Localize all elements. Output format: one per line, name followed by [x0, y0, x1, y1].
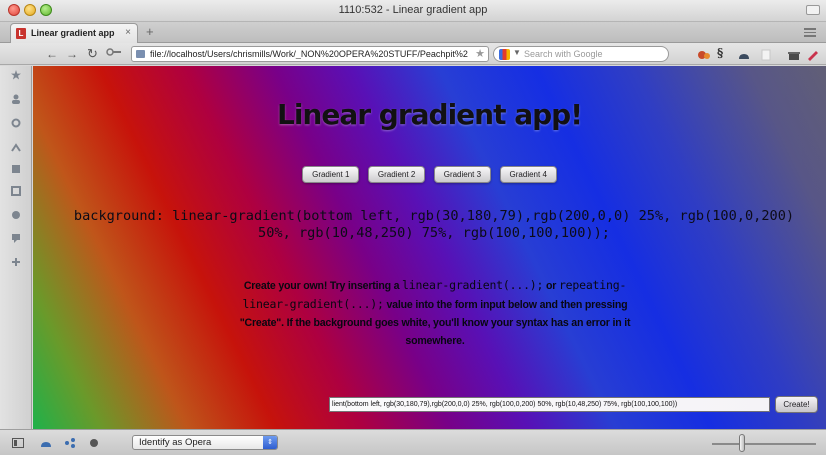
back-button[interactable]: ← [46, 46, 58, 62]
page-content: Linear gradient app! Gradient 1 Gradient… [33, 66, 826, 429]
chat-icon[interactable] [11, 233, 21, 243]
gift-icon[interactable] [787, 48, 800, 60]
toolbar-toggle-button[interactable] [806, 5, 820, 15]
zoom-slider-thumb[interactable] [739, 434, 745, 452]
transfers-icon[interactable] [11, 186, 21, 196]
current-css-code: background: linear-gradient(bottom left,… [49, 208, 819, 242]
gradient-input[interactable]: lient(bottom left, rgb(30,180,79),rgb(20… [329, 397, 770, 412]
add-panel-icon[interactable] [11, 257, 21, 267]
select-arrows-icon: ⇕ [263, 436, 277, 449]
instructions-text: Create your own! Try inserting a linear-… [235, 276, 635, 350]
title-bar: 1110:532 - Linear gradient app [0, 0, 826, 22]
sidebar-panel [0, 66, 32, 429]
section-icon[interactable]: § [717, 46, 723, 60]
gradient-2-button[interactable]: Gradient 2 [367, 166, 426, 183]
search-field[interactable]: ▼ Search with Google [493, 46, 669, 62]
tab-linear-gradient-app[interactable]: L Linear gradient app × [10, 23, 138, 43]
instructions-code-linear: linear-gradient(...); [402, 278, 544, 292]
tab-menu-icon[interactable] [804, 28, 816, 37]
forward-button[interactable]: → [66, 46, 78, 62]
css-code-line-1: background: linear-gradient(bottom left,… [73, 208, 795, 224]
cloud-icon[interactable] [737, 48, 749, 60]
extension-icon[interactable] [697, 48, 710, 60]
contacts-icon[interactable] [11, 94, 21, 104]
widgets-icon[interactable] [11, 210, 21, 220]
star-icon[interactable] [11, 70, 21, 80]
gear-icon[interactable] [11, 118, 21, 128]
google-icon[interactable] [499, 49, 510, 60]
panel-toggle-icon[interactable] [12, 438, 24, 448]
gradient-button-group: Gradient 1 Gradient 2 Gradient 3 Gradien… [33, 164, 826, 183]
search-engine-dropdown-icon[interactable]: ▼ [513, 48, 521, 57]
url-text[interactable]: file://localhost/Users/chrismills/Work/_… [150, 49, 468, 59]
new-tab-button[interactable]: + [146, 24, 154, 39]
tab-label: Linear gradient app [31, 28, 115, 38]
search-placeholder[interactable]: Search with Google [524, 49, 603, 59]
address-toolbar: ← → ↻ file://localhost/Users/chrismills/… [0, 43, 826, 65]
key-icon[interactable] [106, 46, 122, 62]
blank-page-icon[interactable] [760, 48, 772, 61]
page-title: Linear gradient app! [276, 98, 583, 131]
tab-bar: L Linear gradient app × + [0, 22, 826, 43]
address-bar[interactable]: file://localhost/Users/chrismills/Work/_… [131, 46, 489, 62]
cloud-sync-icon[interactable] [40, 438, 52, 448]
favicon-icon: L [16, 28, 26, 39]
bookmark-star-icon[interactable]: ★ [475, 47, 485, 60]
instructions-part-1: Create your own! Try inserting a [243, 280, 403, 292]
gradient-4-button[interactable]: Gradient 4 [499, 166, 557, 183]
css-code-line-2: 50%, rgb(10,48,250) 75%, rgb(100,100,100… [258, 225, 610, 241]
pen-icon[interactable] [806, 48, 818, 61]
notes-icon[interactable] [11, 164, 21, 174]
page-icon [136, 50, 145, 58]
turbo-icon[interactable] [88, 438, 100, 448]
gradient-1-button[interactable]: Gradient 1 [302, 166, 360, 183]
zoom-slider-track[interactable] [712, 443, 816, 445]
tab-close-icon[interactable]: × [125, 27, 131, 38]
identify-as-select[interactable]: Identify as Opera ⇕ [132, 435, 278, 450]
reload-button[interactable]: ↻ [87, 46, 98, 62]
create-button[interactable]: Create! [775, 396, 818, 413]
history-icon[interactable] [11, 142, 21, 152]
instructions-part-2: or [543, 280, 559, 292]
gradient-3-button[interactable]: Gradient 3 [433, 166, 492, 183]
identify-as-value: Identify as Opera [139, 437, 212, 448]
status-bar: Identify as Opera ⇕ [0, 429, 826, 455]
browser-window: 1110:532 - Linear gradient app L Linear … [0, 0, 826, 455]
window-title: 1110:532 - Linear gradient app [338, 4, 488, 16]
share-icon[interactable] [64, 438, 76, 448]
